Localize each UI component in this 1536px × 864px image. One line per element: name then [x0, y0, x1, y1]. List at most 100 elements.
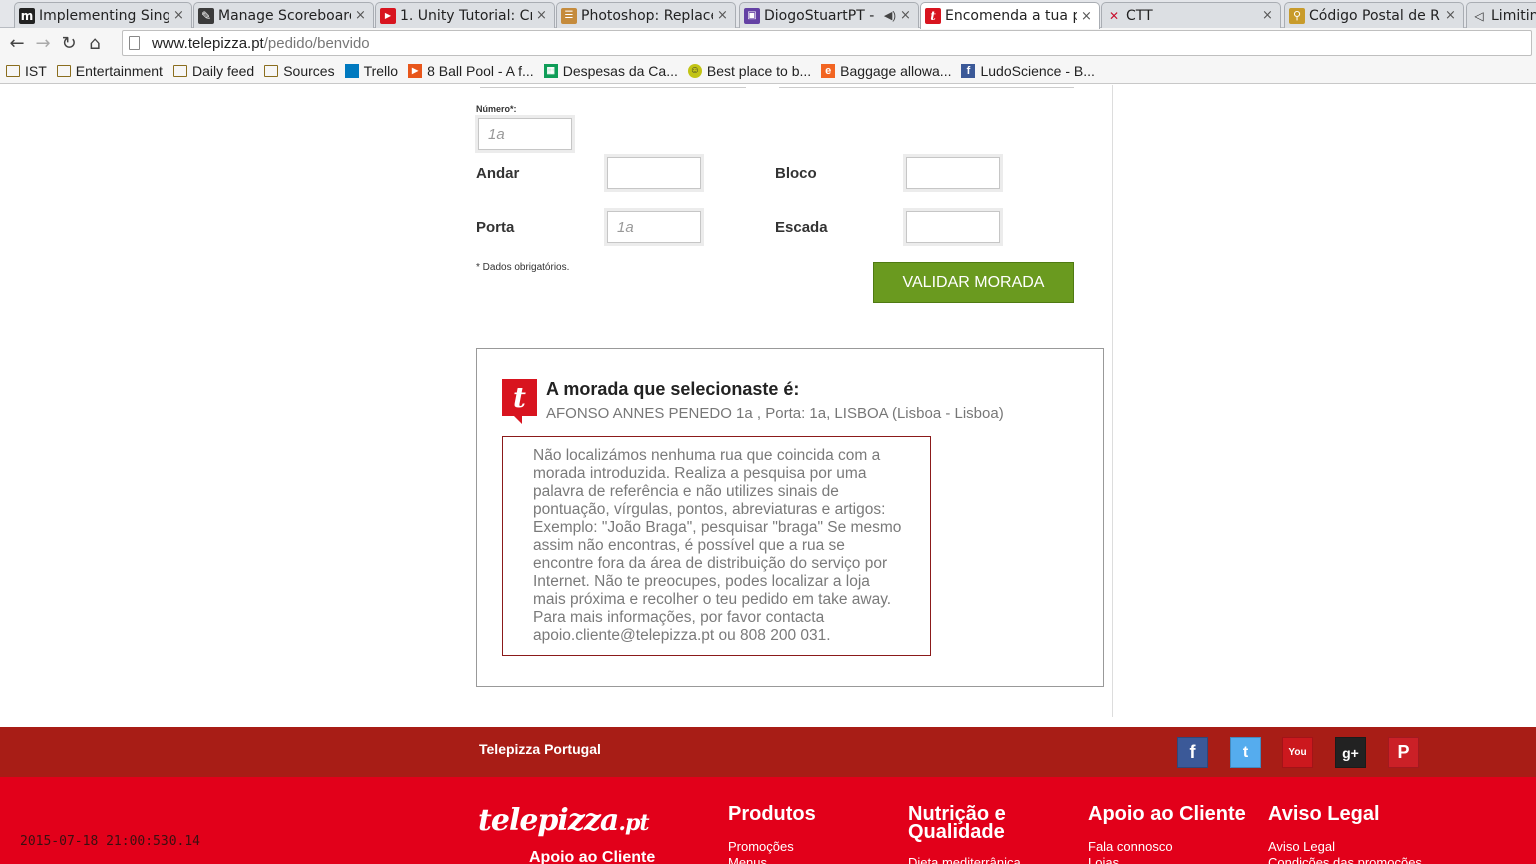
bookmark-label: Sources — [283, 62, 335, 79]
address-bar[interactable]: www.telepizza.pt/pedido/benvido — [122, 30, 1532, 56]
audio-playing-icon[interactable]: ◀) — [884, 9, 896, 22]
footer-logo-text: telepizza — [478, 803, 619, 838]
medium-icon: m — [19, 7, 35, 24]
close-icon[interactable]: × — [1262, 8, 1274, 23]
footer-logo-suffix: .pt — [618, 810, 649, 836]
footer-link-condicoes[interactable]: Condições das promoções — [1268, 855, 1422, 864]
bookmark-best-place[interactable]: ☺ Best place to b... — [687, 62, 812, 79]
footer-main: telepizza.pt Apoio ao Cliente Produtos P… — [0, 777, 1536, 864]
tab-limiting[interactable]: ◁ Limitin — [1466, 2, 1536, 28]
close-icon[interactable]: × — [717, 8, 729, 23]
e-icon: e — [821, 63, 836, 78]
content-divider — [1112, 85, 1113, 717]
footer-link-fala-connosco[interactable]: Fala connosco — [1088, 839, 1173, 854]
home-icon[interactable]: ⌂ — [82, 30, 108, 56]
page-content: Número*: 1a Andar Bloco Porta 1a Escada … — [0, 85, 1536, 864]
tab-title: Código Postal de R — [1309, 7, 1440, 24]
close-icon[interactable]: × — [1445, 8, 1457, 23]
reload-icon[interactable]: ↻ — [56, 30, 82, 56]
previous-field-edge — [480, 85, 746, 88]
tab-title: Implementing Sing — [39, 7, 169, 24]
footer-top-bar: Telepizza Portugal f t You g+ P — [0, 727, 1536, 777]
selected-address: AFONSO ANNES PENEDO 1a , Porta: 1a, LISB… — [546, 405, 1004, 422]
bookmark-trello[interactable]: Trello — [344, 63, 398, 79]
google-plus-icon[interactable]: g+ — [1335, 737, 1366, 768]
tab-ctt[interactable]: ✕ CTT × — [1101, 2, 1281, 28]
tab-twitch[interactable]: ▣ DiogoStuartPT - ◀) × — [739, 2, 919, 28]
url-path: /pedido/benvido — [263, 34, 370, 52]
twitch-icon: ▣ — [744, 7, 760, 24]
browser-toolbar: ← → ↻ ⌂ www.telepizza.pt/pedido/benvido — [0, 28, 1536, 58]
bookmark-label: Baggage allowa... — [840, 62, 952, 79]
page-icon — [129, 36, 140, 50]
footer-logo-subtitle[interactable]: Apoio ao Cliente — [529, 849, 655, 864]
bookmark-ist[interactable]: IST — [6, 63, 47, 79]
bloco-input[interactable] — [906, 157, 1000, 189]
spreadsheet-icon: ▦ — [543, 63, 558, 78]
escada-input[interactable] — [906, 211, 1000, 243]
bookmark-label: 8 Ball Pool - A f... — [427, 62, 534, 79]
tab-unity-tutorial[interactable]: ▶ 1. Unity Tutorial: Cr × — [375, 2, 555, 28]
tab-title: DiogoStuartPT - — [764, 7, 875, 24]
bookmark-baggage[interactable]: e Baggage allowa... — [821, 63, 951, 79]
bookmark-ludoscience[interactable]: f LudoScience - B... — [961, 62, 1095, 79]
bookmark-label: IST — [25, 62, 47, 79]
footer-heading-aviso-legal: Aviso Legal — [1268, 803, 1380, 825]
bookmark-entertainment[interactable]: Entertainment — [56, 62, 163, 79]
tab-title: 1. Unity Tutorial: Cr — [400, 7, 532, 24]
address-panel-title: A morada que selecionaste é: — [546, 379, 800, 399]
bookmark-label: LudoScience - B... — [980, 62, 1095, 79]
footer-logo[interactable]: telepizza.pt — [478, 803, 650, 838]
tab-photoshop[interactable]: ☰ Photoshop: Replace × — [556, 2, 736, 28]
footer-heading-nutricao: Nutrição e Qualidade — [908, 803, 1006, 843]
numero-label: Número*: — [476, 104, 517, 114]
footer-link-promocoes[interactable]: Promoções — [728, 839, 794, 854]
youtube-icon[interactable]: You — [1282, 737, 1313, 768]
bookmark-label: Best place to b... — [706, 62, 812, 79]
required-fields-note: * Dados obrigatórios. — [476, 262, 570, 273]
folder-icon — [6, 64, 20, 77]
footer-link-lojas[interactable]: Lojas — [1088, 855, 1119, 864]
close-icon[interactable]: × — [1081, 9, 1093, 24]
bookmark-daily-feed[interactable]: Daily feed — [172, 63, 254, 79]
recording-timestamp: 2015-07-18 21:00:530.14 — [20, 834, 201, 849]
facebook-icon[interactable]: f — [1177, 737, 1208, 768]
triangle-icon: ◁ — [1474, 8, 1484, 23]
selected-address-panel: t A morada que selecionaste é: AFONSO AN… — [476, 348, 1104, 687]
close-icon[interactable]: × — [536, 8, 548, 23]
andar-label: Andar — [476, 165, 520, 182]
numero-input[interactable]: 1a — [478, 118, 572, 150]
folder-icon — [172, 64, 187, 77]
footer-link-menus[interactable]: Menus — [728, 855, 767, 864]
bookmark-despesas[interactable]: ▦ Despesas da Ca... — [543, 63, 678, 79]
bookmark-sources[interactable]: Sources — [264, 62, 335, 79]
tab-title: Photoshop: Replace — [581, 7, 713, 24]
url-host: www.telepizza.pt — [152, 34, 264, 52]
forward-arrow-icon[interactable]: → — [30, 30, 56, 56]
close-icon[interactable]: × — [173, 8, 185, 23]
smiley-icon: ☺ — [687, 63, 702, 78]
tab-title: Encomenda a tua p — [945, 8, 1077, 24]
back-arrow-icon[interactable]: ← — [4, 30, 30, 56]
pinterest-icon[interactable]: P — [1388, 737, 1419, 768]
telepizza-icon: t — [925, 8, 941, 24]
close-icon[interactable]: × — [900, 8, 912, 23]
validate-address-button[interactable]: VALIDAR MORADA — [873, 262, 1074, 303]
tab-title: Manage Scoreboard — [218, 7, 351, 24]
tab-manage-scoreboard[interactable]: ✎ Manage Scoreboard × — [193, 2, 374, 28]
bookmarks-bar: IST Entertainment Daily feed Sources Tre… — [0, 58, 1536, 84]
footer-link-aviso-legal[interactable]: Aviso Legal — [1268, 839, 1335, 854]
porta-label: Porta — [476, 219, 515, 236]
twitter-icon[interactable]: t — [1230, 737, 1261, 768]
tab-telepizza[interactable]: t Encomenda a tua p × — [920, 2, 1100, 29]
footer-link-dieta[interactable]: Dieta mediterrânica — [908, 855, 1021, 864]
bookmark-8-ball-pool[interactable]: ▶ 8 Ball Pool - A f... — [408, 63, 534, 79]
andar-input[interactable] — [607, 157, 701, 189]
bookmark-label: Entertainment — [75, 62, 163, 79]
tab-codigo-postal[interactable]: ⚲ Código Postal de R × — [1284, 2, 1464, 28]
pencil-icon: ✎ — [198, 7, 214, 24]
tab-implementing[interactable]: m Implementing Sing × — [14, 2, 192, 28]
close-icon[interactable]: × — [355, 8, 367, 23]
youtube-icon: ▶ — [380, 7, 396, 24]
porta-input[interactable]: 1a — [607, 211, 701, 243]
